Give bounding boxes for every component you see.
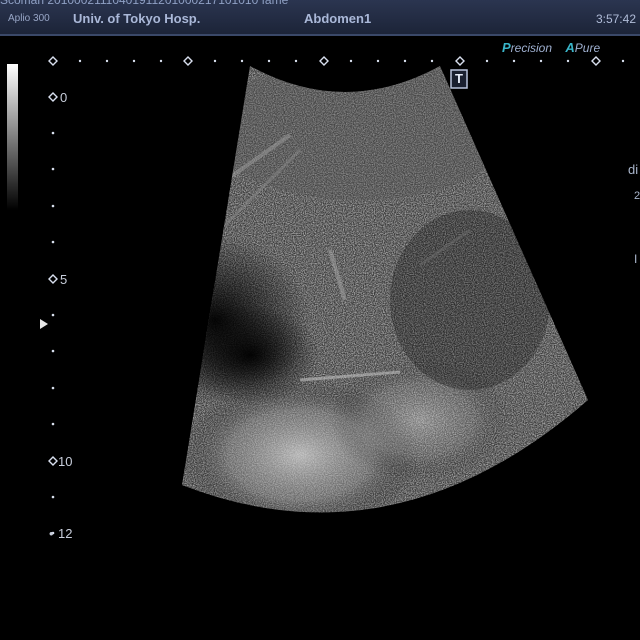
hospital-name: Univ. of Tokyo Hosp. <box>73 11 201 26</box>
device-model: Aplio 300 <box>8 13 50 24</box>
right-panel-line3: I <box>634 252 638 266</box>
mode-precision-rest: recision <box>510 41 553 55</box>
mode-precision-initial: P <box>502 40 511 55</box>
grayscale-bar <box>7 64 18 210</box>
right-panel-line1: di <box>628 162 639 177</box>
lateral-ruler <box>48 56 625 66</box>
mode-apure-initial: A <box>565 40 575 55</box>
right-panel-line2: 2 <box>634 190 640 202</box>
focus-marker-icon <box>40 319 48 329</box>
depth-label-12: 12 <box>58 526 73 541</box>
header-cut-text: Scoman 20100021110401911201000217101010 … <box>0 0 640 4</box>
clock: 3:57:42 <box>595 12 636 26</box>
exam-preset: Abdomen1 <box>304 11 372 26</box>
depth-end-marker: • <box>49 526 54 541</box>
depth-label-10: 10 <box>58 454 73 469</box>
badge-letter: T <box>455 71 463 86</box>
header-bar: Scoman 20100021110401911201000217101010 … <box>0 0 640 36</box>
ultrasound-image <box>7 56 625 535</box>
depth-label-0: 0 <box>60 90 68 105</box>
depth-label-5: 5 <box>60 272 68 287</box>
imaging-modes: Precision APure <box>502 40 600 55</box>
depth-scale <box>40 92 58 535</box>
sector-scan <box>182 66 588 513</box>
mode-apure-rest: Pure <box>574 41 601 55</box>
